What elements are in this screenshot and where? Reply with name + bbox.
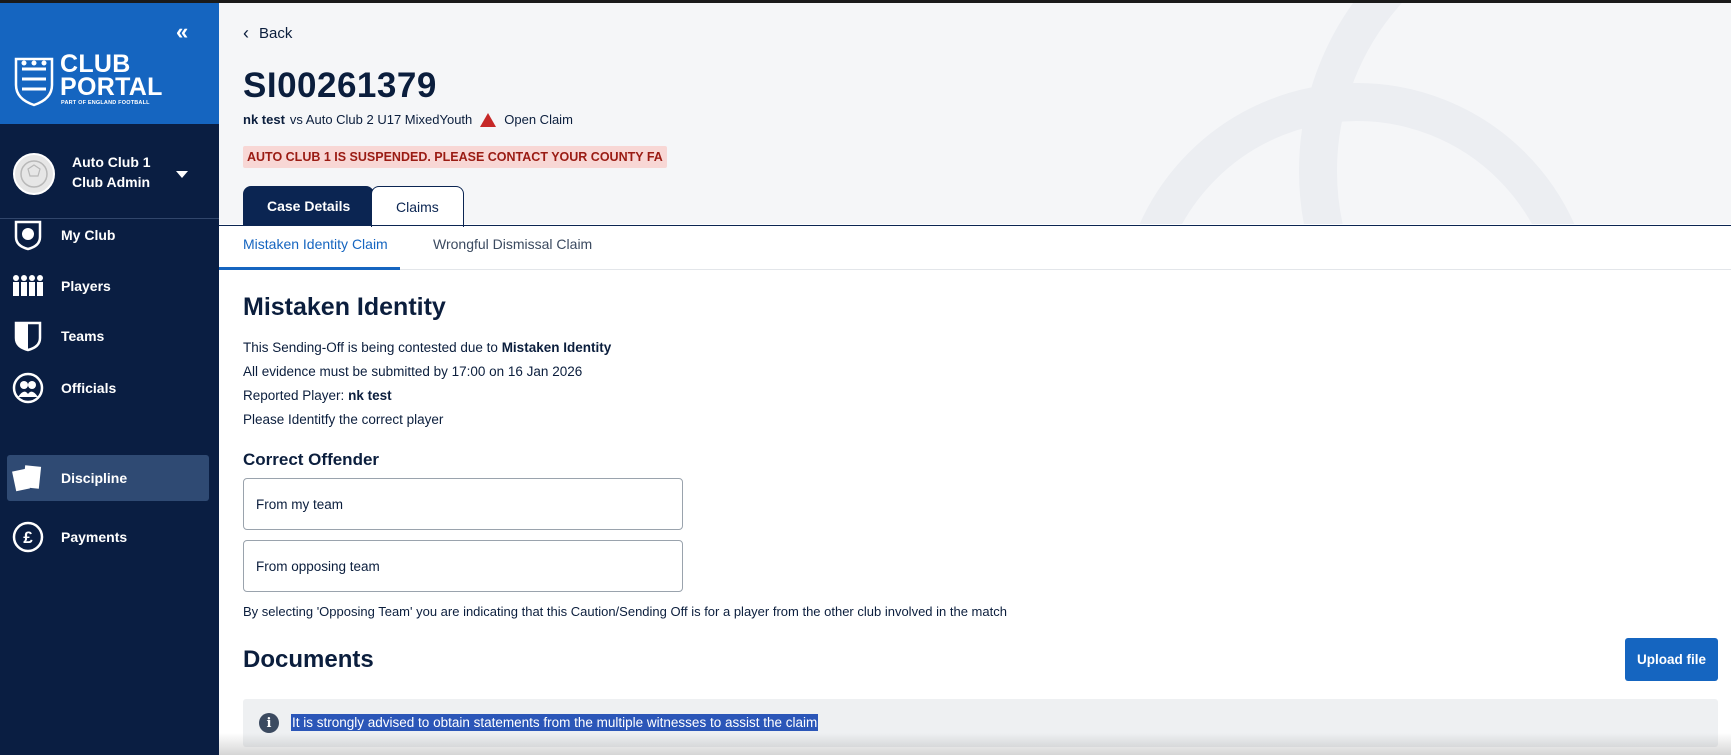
logo-subtitle: PART OF ENGLAND FOOTBALL — [61, 100, 150, 106]
collapse-sidebar-icon[interactable]: « — [176, 19, 188, 45]
sidebar-item-label: Teams — [61, 328, 105, 344]
club-avatar — [13, 153, 55, 195]
reported-player: nk test — [243, 112, 285, 127]
claim-status: Open Claim — [504, 112, 573, 127]
football-icon — [20, 160, 48, 188]
identify-instruction: Please Identitfy the correct player — [243, 412, 444, 427]
info-icon: i — [259, 713, 279, 733]
contest-reason: This Sending-Off is being contested due … — [243, 340, 612, 355]
main-content: ‹ Back SI00261379 nk test vs Auto Club 2… — [219, 3, 1731, 755]
sidebar-item-payments[interactable]: £ Payments — [7, 514, 209, 560]
svg-text:£: £ — [23, 528, 33, 547]
club-role: Club Admin — [72, 174, 151, 190]
match-info: vs Auto Club 2 U17 MixedYouth — [289, 112, 473, 127]
correct-offender-title: Correct Offender — [243, 450, 380, 469]
option-from-opposing-team[interactable]: From opposing team — [243, 540, 683, 592]
sidebar-item-label: Payments — [61, 529, 128, 545]
tabs-divider — [219, 225, 1731, 226]
sidebar-item-discipline[interactable]: Discipline — [7, 455, 209, 501]
sidebar-item-label: My Club — [61, 227, 116, 243]
shield-ball-icon — [12, 219, 44, 251]
chevron-down-icon[interactable] — [176, 171, 188, 178]
pound-icon: £ — [12, 521, 44, 553]
players-icon — [12, 270, 44, 302]
brand-header: « CLUB PORTAL PART OF ENGLAND FOOTBALL — [0, 3, 219, 124]
officials-icon — [12, 372, 44, 404]
sidebar-item-teams[interactable]: Teams — [7, 313, 209, 359]
chevron-left-icon: ‹ — [243, 23, 249, 43]
active-subtab-indicator — [219, 267, 400, 270]
sidebar-item-my-club[interactable]: My Club — [7, 212, 209, 258]
tab-case-details[interactable]: Case Details — [243, 186, 375, 226]
sidebar-item-label: Discipline — [61, 470, 128, 486]
tab-claims[interactable]: Claims — [371, 186, 464, 227]
evidence-deadline: All evidence must be submitted by 17:00 … — [243, 364, 583, 379]
sidebar-item-label: Players — [61, 278, 111, 294]
claim-title: Mistaken Identity — [243, 293, 446, 321]
back-label: Back — [259, 25, 293, 42]
sidebar-item-players[interactable]: Players — [7, 263, 209, 309]
case-id-title: SI00261379 — [243, 66, 437, 105]
reported-player-line: Reported Player: nk test — [243, 388, 392, 403]
option-from-my-team[interactable]: From my team — [243, 478, 683, 530]
warning-triangle-icon — [480, 112, 497, 127]
sidebar-item-label: Officials — [61, 380, 117, 396]
upload-file-button[interactable]: Upload file — [1625, 638, 1718, 681]
bottom-shadow — [219, 733, 1731, 755]
sidebar-item-officials[interactable]: Officials — [7, 365, 209, 411]
subtab-wrongful-dismissal[interactable]: Wrongful Dismissal Claim — [433, 236, 592, 252]
info-text: It is strongly advised to obtain stateme… — [291, 714, 819, 731]
club-portal-logo: CLUB PORTAL — [60, 50, 163, 101]
option-label: From my team — [256, 496, 344, 512]
cards-icon — [12, 462, 44, 494]
sidebar: « CLUB PORTAL PART OF ENGLAND FOOTBALL A… — [0, 3, 219, 755]
back-link[interactable]: ‹ Back — [243, 23, 292, 44]
option-label: From opposing team — [256, 558, 380, 574]
suspension-alert: AUTO CLUB 1 IS SUSPENDED. PLEASE CONTACT… — [243, 146, 667, 168]
subtabs-divider — [219, 269, 1731, 270]
shield-icon — [12, 320, 44, 352]
case-subtitle: nk test vs Auto Club 2 U17 MixedYouth Op… — [243, 112, 573, 127]
documents-title: Documents — [243, 646, 374, 673]
three-lions-crest-icon — [14, 57, 54, 107]
club-name: Auto Club 1 — [72, 154, 151, 170]
subtab-mistaken-identity[interactable]: Mistaken Identity Claim — [243, 236, 388, 252]
opposing-team-note: By selecting 'Opposing Team' you are ind… — [243, 604, 1007, 619]
